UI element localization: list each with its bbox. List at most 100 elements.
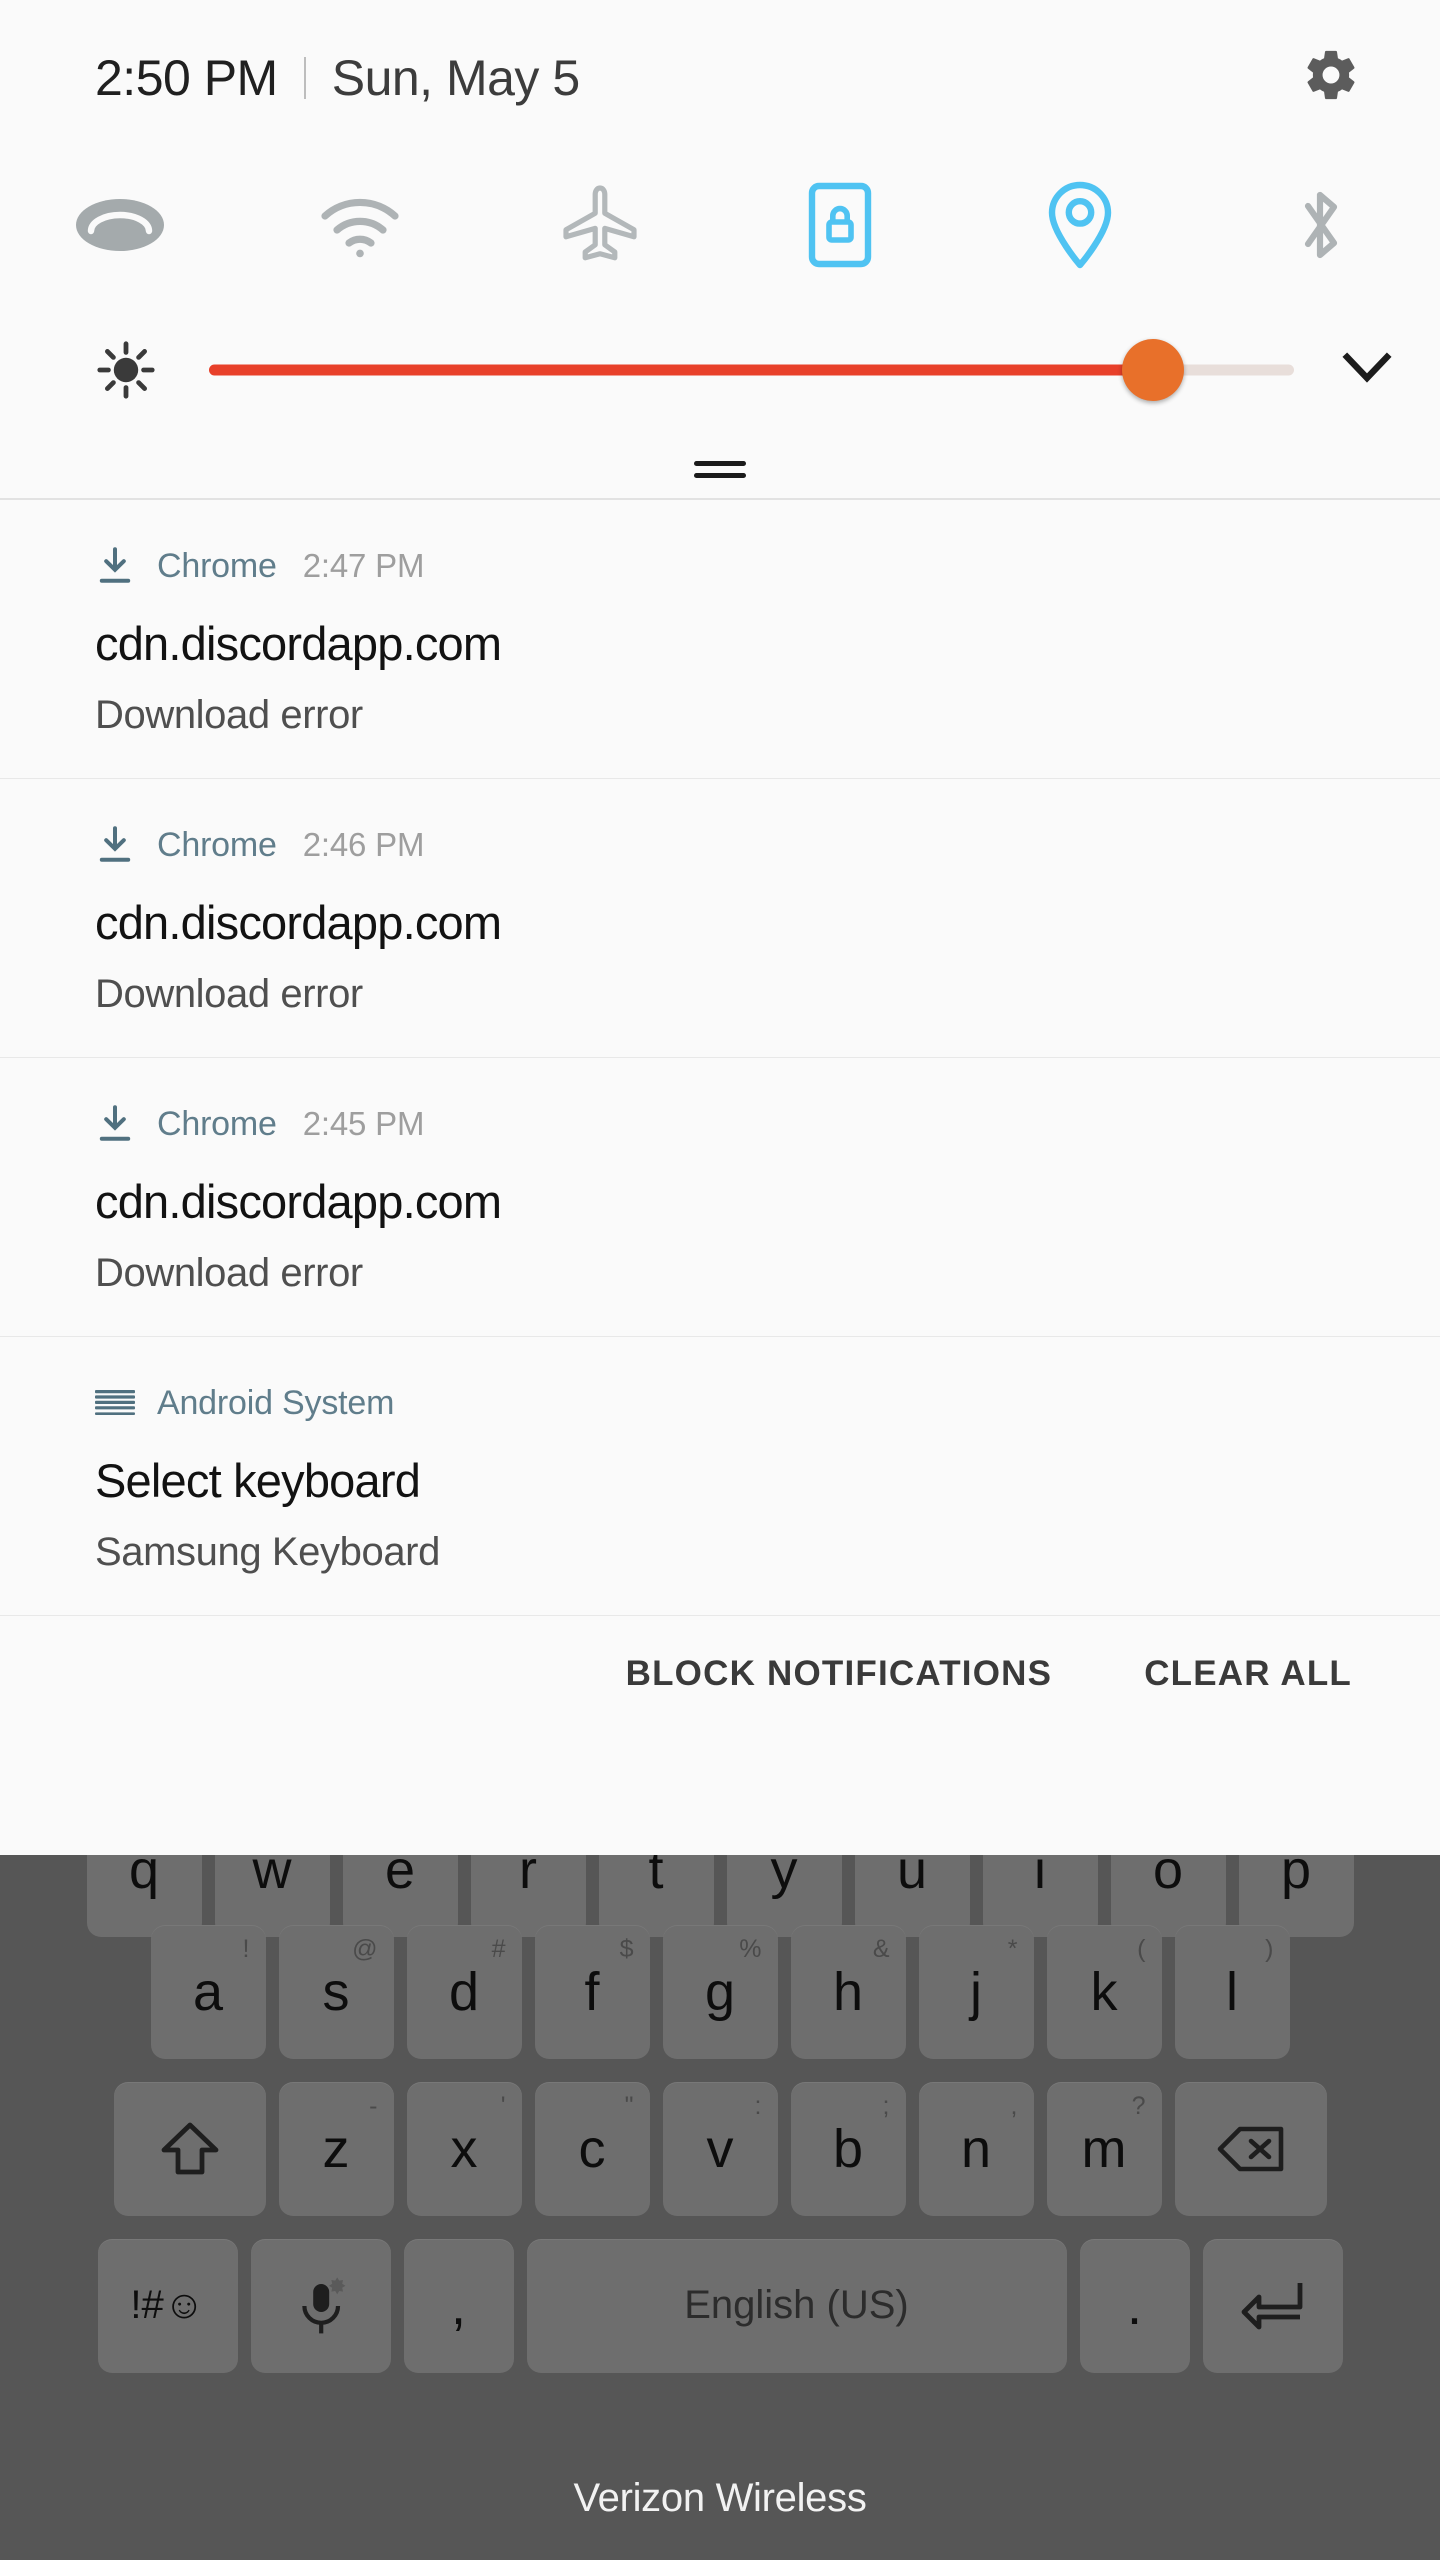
clear-all-button[interactable]: CLEAR ALL xyxy=(1144,1654,1352,1694)
notification-app-name: Android System xyxy=(157,1383,395,1422)
key-label: e xyxy=(384,1855,416,1900)
key-v[interactable]: :v xyxy=(662,2081,778,2216)
key-secondary-label: , xyxy=(1010,2091,1018,2120)
notification-header: Chrome 2:45 PM xyxy=(95,1102,1345,1146)
key-label: c xyxy=(578,2118,606,2179)
notification-title: Select keyboard xyxy=(95,1454,421,1507)
keyboard-row-bottom: !#☺, English (US). xyxy=(0,2227,1440,2384)
comma-key[interactable]: , xyxy=(403,2238,514,2373)
key-secondary-label: * xyxy=(1007,1934,1018,1963)
backspace-key[interactable] xyxy=(1174,2081,1327,2216)
block-notifications-button[interactable]: BLOCK NOTIFICATIONS xyxy=(626,1654,1053,1694)
key-secondary-label: ? xyxy=(1131,2091,1146,2120)
key-label: d xyxy=(448,1961,480,2022)
settings-button[interactable] xyxy=(1300,47,1362,109)
key-x[interactable]: ' x xyxy=(406,2081,522,2216)
key-secondary-label: " xyxy=(624,2091,634,2120)
key-k[interactable]: (k xyxy=(1046,1924,1162,2059)
key-f[interactable]: $ f xyxy=(534,1924,650,2059)
notification-title: cdn.discordapp.com xyxy=(95,617,502,670)
notification-timestamp: 2:47 PM xyxy=(302,547,425,584)
key-label xyxy=(160,2118,220,2180)
key-secondary-label: - xyxy=(369,2091,378,2120)
key-secondary-label: ; xyxy=(882,2091,890,2120)
microphone-key[interactable] xyxy=(250,2238,391,2373)
quick-tile-auto-rotate-lock[interactable] xyxy=(720,168,960,288)
symbols-key[interactable]: !#☺ xyxy=(97,2238,238,2373)
period-key[interactable]: . xyxy=(1079,2238,1190,2373)
quick-tile-sound-mode[interactable] xyxy=(0,168,240,288)
key-secondary-label: % xyxy=(739,1934,762,1963)
key-label: x xyxy=(450,2118,478,2179)
expand-quick-settings-button[interactable] xyxy=(1328,331,1406,409)
key-j[interactable]: * j xyxy=(918,1924,1034,2059)
download-icon xyxy=(95,825,135,865)
notification-card[interactable]: Android System Select keyboard Samsung Key… xyxy=(0,1337,1440,1615)
key-label: r xyxy=(519,1855,537,1900)
key-c[interactable]: " c xyxy=(534,2081,650,2216)
wifi-icon xyxy=(318,191,402,264)
divider xyxy=(303,56,306,99)
notification-item[interactable]: Chrome 2:45 PM cdn.discordapp.com Download … xyxy=(0,1058,1440,1336)
clock: 2:50 PM xyxy=(95,49,278,106)
slider-thumb[interactable] xyxy=(1121,339,1184,401)
key-n[interactable]: ,n xyxy=(918,2081,1034,2216)
handle-lines xyxy=(694,454,746,485)
key-label: n xyxy=(960,2118,992,2179)
key-label: m xyxy=(1081,2118,1127,2179)
notification-card[interactable]: Chrome 2:46 PM cdn.discordapp.com Download … xyxy=(0,779,1440,1057)
shade-grab-handle[interactable] xyxy=(0,440,1440,498)
status-bar: 2:50 PM Sun, May 5 xyxy=(0,0,1440,155)
quick-tile-wifi[interactable] xyxy=(240,168,480,288)
keyboard-row-qwerty: qwertyuiop xyxy=(0,1855,1440,1937)
key-label: w xyxy=(252,1855,292,1900)
notification-card[interactable]: Chrome 2:47 PM cdn.discordapp.com Download … xyxy=(0,500,1440,778)
notification-title: cdn.discordapp.com xyxy=(95,896,502,949)
key-b[interactable]: ; b xyxy=(790,2081,906,2216)
key-label: f xyxy=(584,1961,600,2022)
key-s[interactable]: @ s xyxy=(278,1924,394,2059)
notification-card[interactable]: Chrome 2:45 PM cdn.discordapp.com Download … xyxy=(0,1058,1440,1336)
notification-item[interactable]: Chrome 2:46 PM cdn.discordapp.com Download … xyxy=(0,779,1440,1057)
key-label: a xyxy=(192,1961,224,2022)
key-label: v xyxy=(706,2118,734,2179)
notification-header: Chrome 2:46 PM xyxy=(95,823,1345,867)
quick-tile-location[interactable] xyxy=(960,168,1200,288)
notification-body: Samsung Keyboard xyxy=(95,1530,440,1574)
space-key[interactable]: English (US) xyxy=(526,2238,1067,2373)
notification-action-bar: BLOCK NOTIFICATIONS CLEAR ALL xyxy=(0,1616,1440,1731)
on-screen-keyboard[interactable]: qwertyuiop ! a @ s # d $ f% g & h * j(k) l - z ' x " c: v; b… xyxy=(0,1855,1440,2560)
keyboard-row-zxcv: - z ' x " c: v; b, n? m xyxy=(0,2070,1440,2227)
notification-item[interactable]: Android System Select keyboard Samsung Key… xyxy=(0,1337,1440,1615)
key-g[interactable]: % g xyxy=(662,1924,778,2059)
keyboard-row-asdf: ! a @ s # d $ f% g & h * j(k) l xyxy=(0,1913,1440,2070)
notification-body: Download error xyxy=(95,693,363,737)
quick-tile-bluetooth[interactable] xyxy=(1200,168,1440,288)
notification-item[interactable]: Chrome 2:47 PM cdn.discordapp.com Download … xyxy=(0,500,1440,778)
enter-key[interactable] xyxy=(1202,2238,1343,2373)
key-label: English (US) xyxy=(684,2283,909,2327)
notification-header: Chrome 2:47 PM xyxy=(95,544,1345,588)
notification-shade: 2:50 PM Sun, May 5 Chrome 2:47 PM cdn.di… xyxy=(0,0,1440,1855)
brightness-slider[interactable] xyxy=(209,339,1294,401)
key-label xyxy=(1217,2126,1285,2172)
key-h[interactable]: & h xyxy=(790,1924,906,2059)
key-label: l xyxy=(1226,1961,1238,2022)
key-z[interactable]: -z xyxy=(278,2081,394,2216)
key-secondary-label: @ xyxy=(352,1934,378,1963)
key-m[interactable]: ? m xyxy=(1046,2081,1162,2216)
key-a[interactable]: ! a xyxy=(150,1924,266,2059)
notification-body: Download error xyxy=(95,1251,363,1295)
key-l[interactable]: ) l xyxy=(1174,1924,1290,2059)
airplane-icon xyxy=(561,184,639,271)
key-label: t xyxy=(648,1855,664,1900)
key-d[interactable]: # d xyxy=(406,1924,522,2059)
quick-tile-airplane-mode[interactable] xyxy=(480,168,720,288)
notification-title: cdn.discordapp.com xyxy=(95,1175,502,1228)
key-label: j xyxy=(970,1961,982,2022)
key-label: i xyxy=(1034,1855,1046,1900)
shift-key[interactable] xyxy=(113,2081,266,2216)
key-secondary-label: $ xyxy=(619,1934,634,1963)
key-label: o xyxy=(1152,1855,1184,1900)
bluetooth-icon xyxy=(1290,181,1350,274)
